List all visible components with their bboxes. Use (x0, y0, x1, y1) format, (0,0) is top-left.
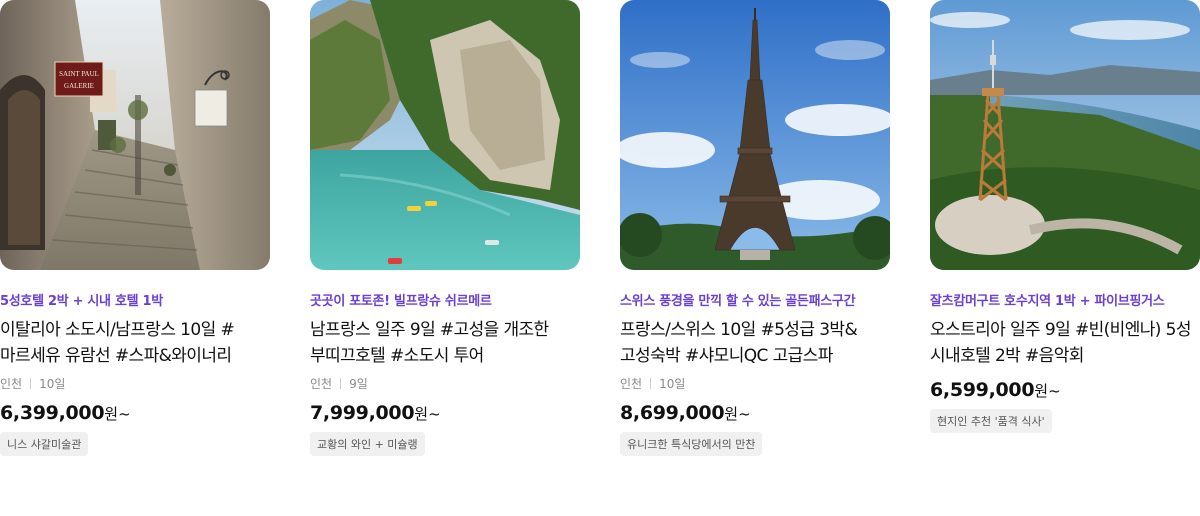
divider (30, 378, 32, 389)
promo-text: 5성호텔 2박 + 시내 호텔 1박 (0, 294, 163, 309)
product-card-list: SAINT PAUL GALERIE 5성호텔 2박 + 시내 호텔 1박 이탈… (0, 0, 1200, 516)
price-amount: 6,599,000 (930, 379, 1035, 401)
divider (650, 378, 652, 389)
trip-meta: 인천 10일 (0, 375, 270, 392)
departure-city: 인천 (310, 377, 333, 391)
product-card[interactable]: 잘츠캄머구트 호수지역 1박 + 파이브핑거스 오스트리아 일주 9일 #빈(비… (930, 0, 1200, 470)
price-amount: 7,999,000 (310, 402, 415, 424)
trip-duration: 10일 (659, 377, 686, 391)
trip-duration: 10일 (39, 377, 66, 391)
trip-meta: 인천 9일 (310, 375, 580, 392)
product-title[interactable]: 프랑스/스위스 10일 #5성급 3박&고성숙박 #샤모니QC 고급스파 (620, 317, 890, 369)
svg-text:GALERIE: GALERIE (64, 82, 94, 90)
price: 6,399,000 원 ~ (0, 402, 270, 424)
promo-text: 곳곳이 포토존! 빌프랑슈 쉬르메르 (310, 294, 492, 309)
price: 8,699,000 원 ~ (620, 402, 890, 424)
divider (340, 378, 342, 389)
promo-text: 잘츠캄머구트 호수지역 1박 + 파이브핑거스 (930, 294, 1165, 309)
price: 6,599,000 원 ~ (930, 379, 1200, 401)
feature-tag: 현지인 추천 '품격 식사' (930, 409, 1052, 433)
stone-alley-photo[interactable]: SAINT PAUL GALERIE (0, 0, 270, 270)
feature-tag: 니스 샤갈미술관 (0, 432, 89, 456)
price: 7,999,000 원 ~ (310, 402, 580, 424)
price-suffix: ~ (1048, 382, 1061, 400)
price-currency: 원 (414, 405, 429, 423)
verdon-gorge-photo[interactable] (310, 0, 580, 270)
price-suffix: ~ (428, 405, 441, 423)
trip-duration: 9일 (349, 377, 368, 391)
price-currency: 원 (1034, 382, 1049, 400)
product-card[interactable]: SAINT PAUL GALERIE 5성호텔 2박 + 시내 호텔 1박 이탈… (0, 0, 270, 470)
trip-meta: 인천 10일 (620, 375, 890, 392)
feature-tag: 교황의 와인 + 미슐랭 (310, 432, 425, 456)
price-currency: 원 (104, 405, 119, 423)
departure-city: 인천 (620, 377, 643, 391)
departure-city: 인천 (0, 377, 23, 391)
product-title[interactable]: 남프랑스 일주 9일 #고성을 개조한 부띠끄호텔 #소도시 투어 (310, 317, 580, 369)
product-card[interactable]: 스위스 풍경을 만끽 할 수 있는 골든패스구간 프랑스/스위스 10일 #5성… (620, 0, 890, 470)
price-amount: 6,399,000 (0, 402, 105, 424)
svg-text:SAINT PAUL: SAINT PAUL (59, 70, 99, 78)
price-suffix: ~ (118, 405, 131, 423)
eiffel-tower-photo[interactable] (620, 0, 890, 270)
promo-text: 스위스 풍경을 만끽 할 수 있는 골든패스구간 (620, 294, 856, 309)
price-amount: 8,699,000 (620, 402, 725, 424)
product-title[interactable]: 이탈리아 소도시/남프랑스 10일 #마르세유 유람선 #스파&와이너리 (0, 317, 270, 369)
product-card[interactable]: 곳곳이 포토존! 빌프랑슈 쉬르메르 남프랑스 일주 9일 #고성을 개조한 부… (310, 0, 580, 470)
feature-tag: 유니크한 특식당에서의 만찬 (620, 432, 763, 456)
product-title[interactable]: 오스트리아 일주 9일 #빈(비엔나) 5성 시내호텔 2박 #음악회 (930, 317, 1200, 369)
price-suffix: ~ (738, 405, 751, 423)
price-currency: 원 (724, 405, 739, 423)
pyramidenkogel-tower-photo[interactable] (930, 0, 1200, 270)
